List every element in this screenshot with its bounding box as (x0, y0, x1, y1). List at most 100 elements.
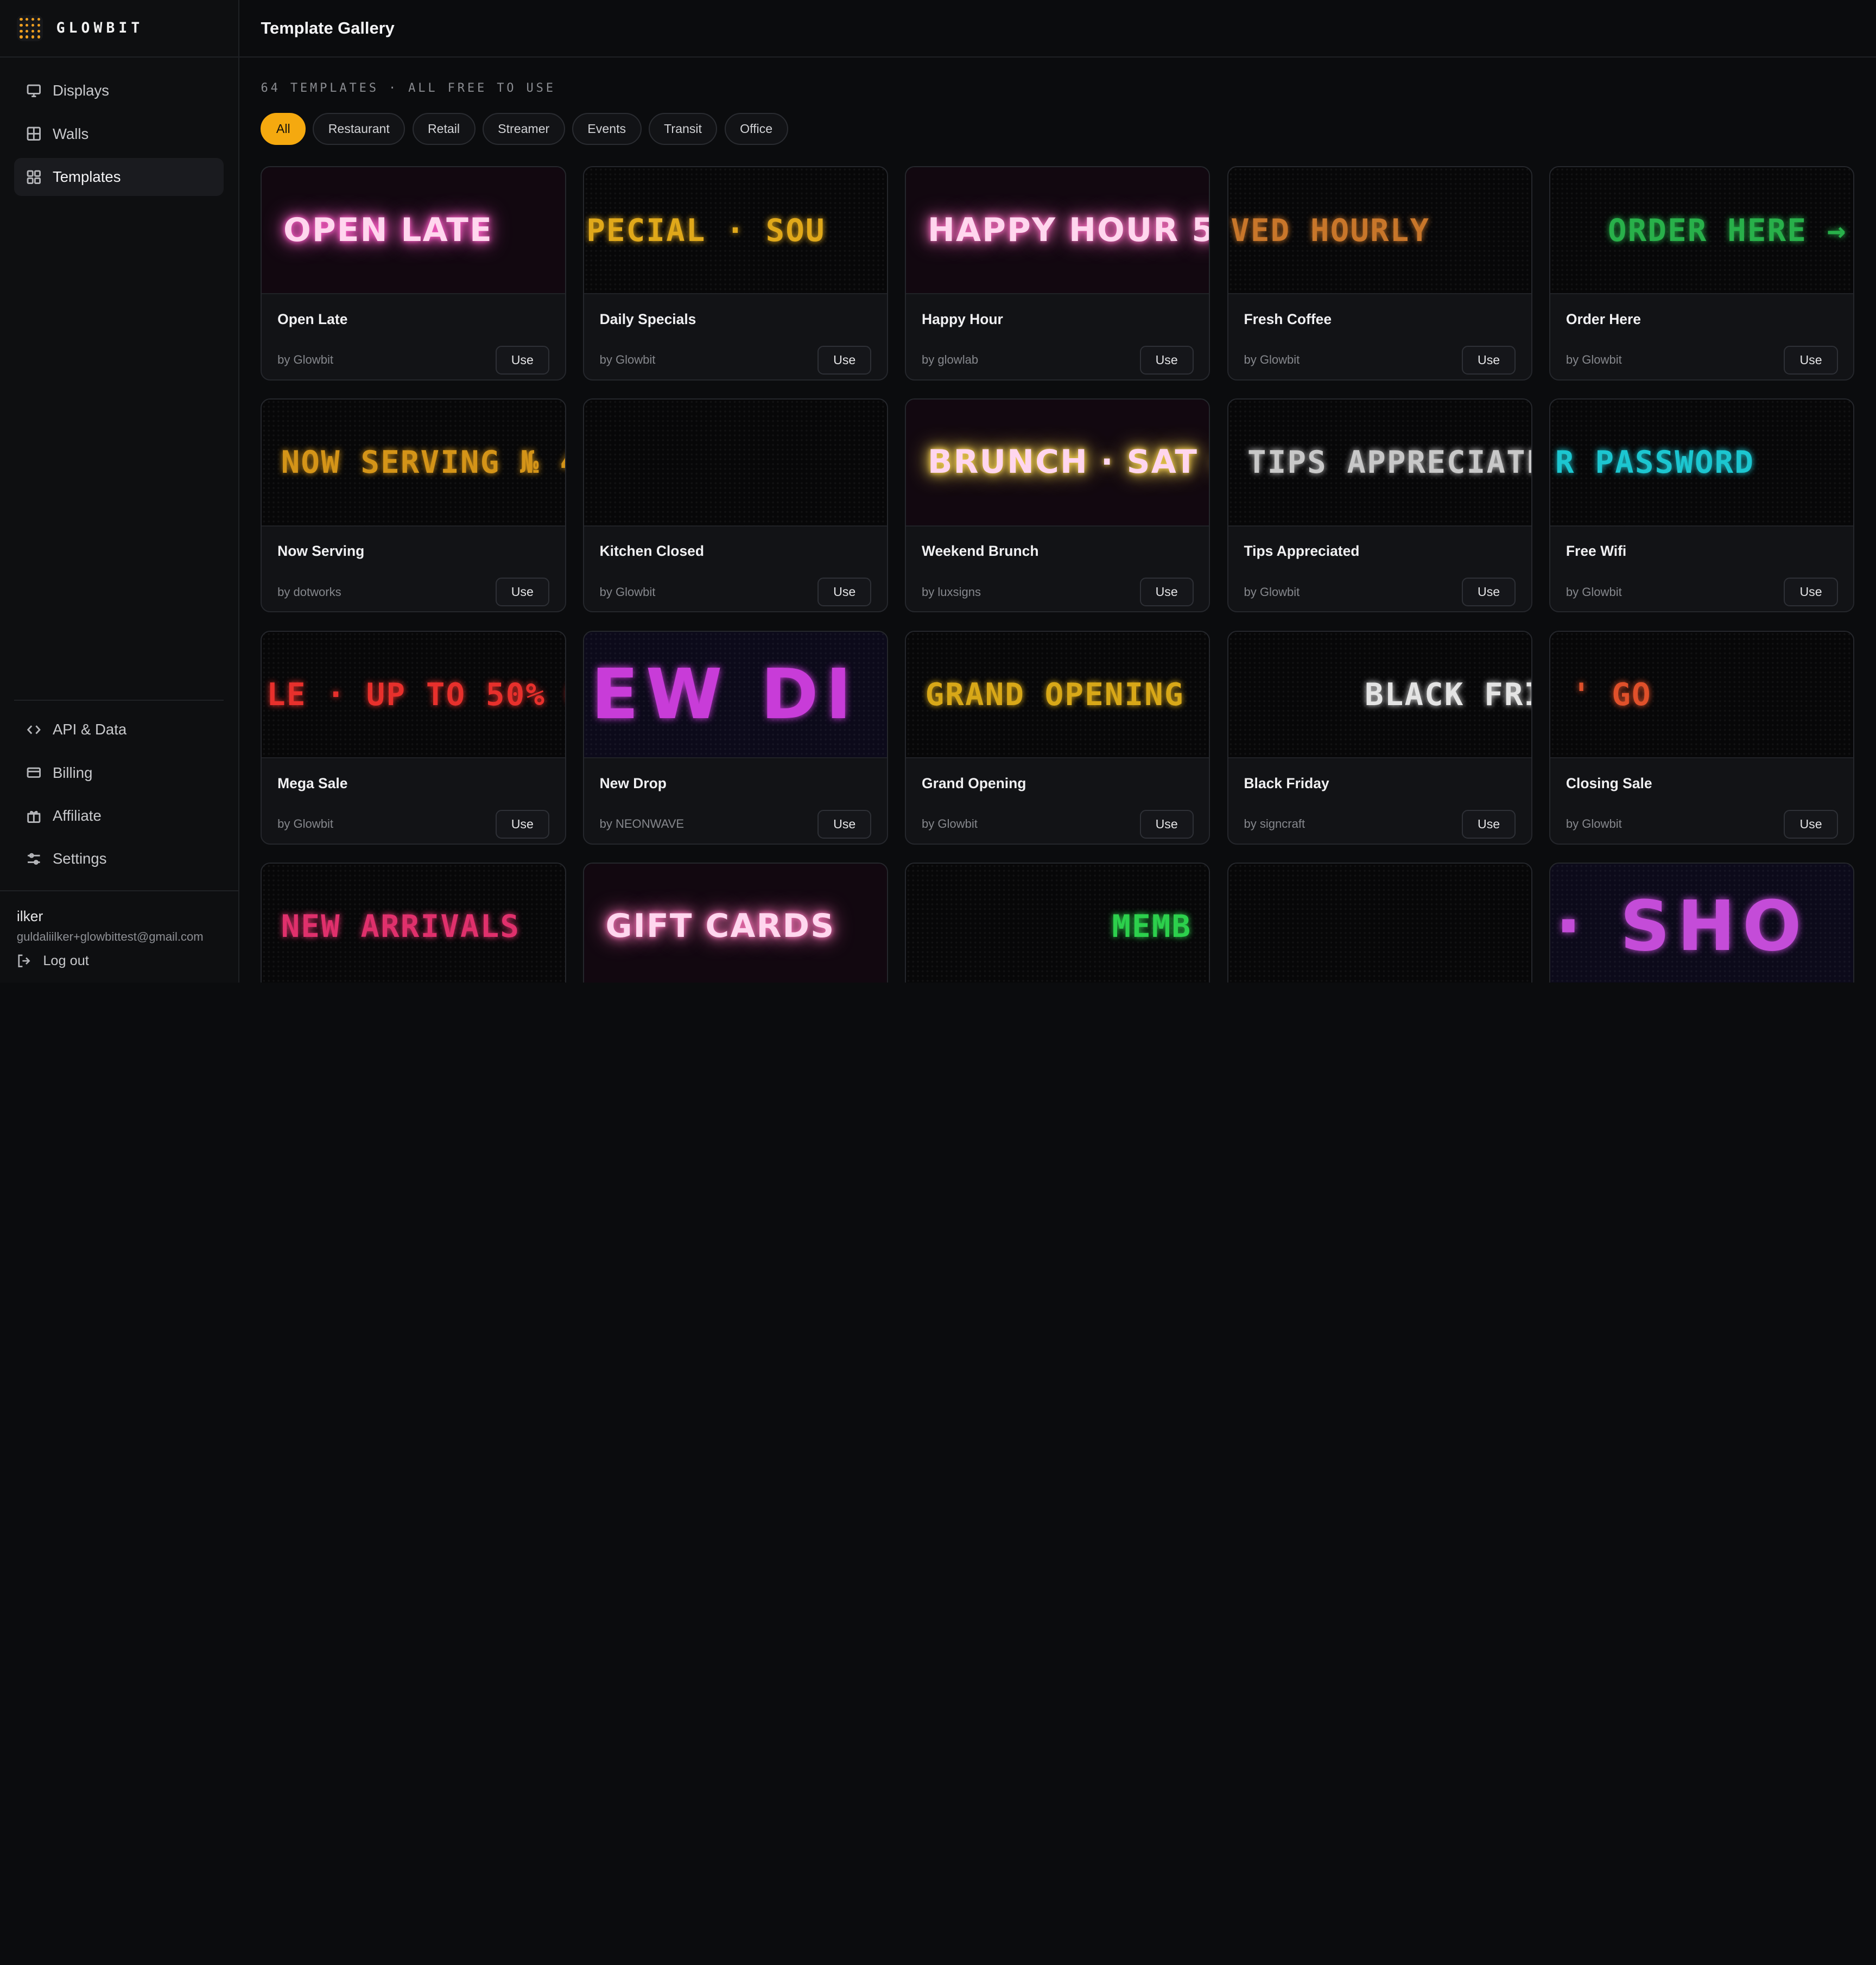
template-card[interactable]: LE · UP TO 50% OFF Mega Sale by Glowbit Use (261, 630, 566, 845)
brand-name: GLOWBIT (56, 20, 144, 37)
filter-chip-streamer[interactable]: Streamer (482, 112, 565, 145)
template-author: by luxsigns (922, 585, 981, 599)
template-preview: NOW SERVING № 42 (262, 399, 565, 527)
preview-text: GRAND OPENING (925, 676, 1184, 713)
template-title: Tips Appreciated (1244, 543, 1360, 560)
preview-text: LE · UP TO 50% OFF (267, 676, 565, 713)
preview-text: HAPPY HOUR 5-7 (928, 211, 1209, 249)
topbar: Template Gallery (239, 0, 1876, 58)
use-template-button[interactable]: Use (1784, 578, 1838, 607)
sidebar-item-label: Displays (52, 82, 110, 99)
template-footer: by Glowbit Use (599, 345, 872, 375)
use-template-button[interactable]: Use (1462, 810, 1516, 839)
template-preview: BRUNCH · SAT + SUN (906, 399, 1209, 527)
use-template-button[interactable]: Use (1139, 345, 1194, 375)
template-preview: ORDER HERE → (1550, 167, 1854, 294)
template-title: New Drop (599, 775, 667, 791)
template-footer: by Glowbit Use (1566, 810, 1838, 839)
templates-count: 64 TEMPLATES · ALL FREE TO USE (261, 81, 556, 95)
template-footer: by Glowbit Use (1244, 345, 1516, 375)
template-author: by signcraft (1244, 817, 1305, 831)
filter-chip-events[interactable]: Events (572, 112, 642, 145)
sidebar-item-walls[interactable]: Walls (14, 115, 224, 154)
sidebar-item-settings[interactable]: Settings (14, 840, 224, 878)
template-author: by Glowbit (277, 353, 333, 367)
template-footer: by NEONWAVE Use (600, 810, 872, 839)
template-card[interactable]: TIPS APPRECIATED Tips Appreciated by Glowb… (1227, 398, 1532, 613)
template-preview: PECIAL · SOU (584, 167, 887, 294)
template-card[interactable]: ORDER HERE → Order Here by Glowbit Use (1549, 166, 1855, 381)
sidebar-item-displays[interactable]: Displays (14, 72, 224, 110)
template-author: by Glowbit (1566, 353, 1622, 367)
use-template-button[interactable]: Use (1462, 578, 1516, 607)
template-card[interactable]: VED HOURLY Fresh Coffee by Glowbit Use (1227, 166, 1532, 381)
preview-text: GIFT CARDS (605, 908, 835, 946)
use-template-button[interactable]: Use (495, 810, 549, 839)
sliders-icon (28, 853, 41, 865)
preview-text: NOW SERVING № 42 (281, 444, 565, 481)
filter-chip-restaurant[interactable]: Restaurant (313, 112, 405, 145)
template-author: by Glowbit (922, 817, 978, 831)
use-template-button[interactable]: Use (1784, 810, 1838, 839)
preview-text: MEMB (1112, 908, 1192, 945)
template-card[interactable]: ' GO Closing Sale by Glowbit Use (1549, 630, 1855, 845)
use-template-button[interactable]: Use (495, 578, 549, 607)
template-card[interactable]: MEMB (905, 863, 1210, 982)
preview-text: R PASSWORD (1555, 444, 1755, 481)
preview-text: ' GO (1571, 676, 1652, 713)
template-footer: by Glowbit Use (1566, 578, 1838, 607)
sidebar-item-api-data[interactable]: API & Data (14, 711, 224, 749)
use-template-button[interactable]: Use (495, 345, 549, 375)
filter-chip-all[interactable]: All (261, 112, 306, 145)
template-card[interactable]: PECIAL · SOU Daily Specials by Glowbit Use (582, 166, 888, 381)
preview-text: TIPS APPRECIATED (1247, 444, 1531, 481)
template-title: Closing Sale (1566, 775, 1652, 791)
use-template-button[interactable]: Use (1139, 810, 1194, 839)
sidebar-item-templates[interactable]: Templates (14, 157, 224, 196)
use-template-button[interactable]: Use (817, 578, 872, 607)
use-template-button[interactable]: Use (1139, 578, 1194, 607)
sidebar-item-billing[interactable]: Billing (14, 753, 224, 792)
category-filters: All Restaurant Retail Streamer Events Transit… (261, 112, 1876, 145)
template-card[interactable]: EW DI New Drop by NEONWAVE Use (582, 630, 888, 845)
template-preview: VED HOURLY (1228, 167, 1531, 294)
template-footer: by Glowbit Use (1244, 578, 1516, 607)
template-preview: GRAND OPENING (906, 631, 1209, 759)
template-card[interactable]: Kitchen Closed by Glowbit Use (582, 398, 888, 613)
filter-chip-office[interactable]: Office (724, 112, 788, 145)
template-author: by Glowbit (599, 353, 656, 367)
template-card[interactable]: GRAND OPENING Grand Opening by Glowbit Use (905, 630, 1210, 845)
template-card[interactable]: NEW ARRIVALS (261, 863, 566, 982)
use-template-button[interactable]: Use (817, 345, 872, 375)
sidebar-item-label: Settings (52, 850, 107, 867)
template-card[interactable] (1227, 863, 1532, 982)
template-footer: by dotworks Use (277, 578, 549, 607)
template-card[interactable]: OPEN LATE Open Late by Glowbit Use (261, 166, 566, 381)
template-card[interactable]: GIFT CARDS (582, 863, 888, 982)
template-author: by glowlab (922, 353, 979, 367)
use-template-button[interactable]: Use (1462, 345, 1516, 375)
template-card[interactable]: NOW SERVING № 42 Now Serving by dotworks Us… (261, 398, 566, 613)
card-icon (27, 767, 41, 778)
preview-text: PECIAL · SOU (586, 212, 826, 249)
sidebar-item-label: API & Data (52, 721, 127, 738)
template-author: by Glowbit (277, 817, 333, 831)
template-title: Free Wifi (1566, 543, 1627, 560)
template-card[interactable]: · SHO (1549, 863, 1855, 982)
grid-icon (27, 127, 41, 141)
template-card[interactable]: HAPPY HOUR 5-7 Happy Hour by glowlab Use (905, 166, 1210, 381)
template-card[interactable]: R PASSWORD Free Wifi by Glowbit Use (1549, 398, 1855, 613)
filter-chip-transit[interactable]: Transit (648, 112, 718, 145)
use-template-button[interactable]: Use (817, 810, 872, 839)
template-title: Now Serving (277, 543, 365, 560)
use-template-button[interactable]: Use (1784, 345, 1838, 375)
filter-chip-retail[interactable]: Retail (412, 112, 476, 145)
main-content: Template Gallery 64 TEMPLATES · ALL FREE… (239, 0, 1876, 982)
sidebar-item-affiliate[interactable]: Affiliate (14, 797, 224, 835)
brand[interactable]: GLOWBIT (0, 0, 238, 58)
template-card[interactable]: BRUNCH · SAT + SUN Weekend Brunch by luxsi… (905, 398, 1210, 613)
logout-button[interactable]: Log out (17, 953, 221, 969)
user-panel: ilker guldaliilker+glowbittest@gmail.com… (0, 890, 238, 969)
preview-text: BLACK FRIDAY (1365, 676, 1531, 713)
template-card[interactable]: BLACK FRIDAY Black Friday by signcraft Use (1227, 630, 1532, 845)
